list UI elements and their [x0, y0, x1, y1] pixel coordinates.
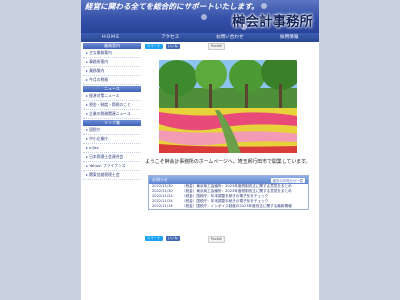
share-bar: ツイート いいね Pocket — [145, 42, 310, 51]
pocket-button[interactable]: Pocket — [207, 236, 225, 243]
sidebar-item[interactable]: 税金・制度・節税のこと — [83, 101, 141, 110]
sidebar-item[interactable]: 事務所案内 — [83, 58, 141, 67]
like-button[interactable]: いいね — [165, 44, 180, 49]
sidebar-item[interactable]: 業務案内 — [83, 67, 141, 76]
sidebar-item[interactable]: 主な業務案内 — [83, 49, 141, 58]
sidebar-link[interactable]: e-Tax — [83, 144, 141, 153]
news-title: お知らせ — [152, 177, 168, 182]
site-logo[interactable]: 榊会計事務所 — [232, 10, 313, 30]
sidebar: 業務案内 主な業務案内 事務所案内 業務案内 今月の税務 ニュース 経済対策ニュ… — [83, 42, 141, 180]
sidebar-item[interactable]: 今月の税務 — [83, 76, 141, 85]
sidebar-link[interactable]: Yahoo! ファイナンス — [83, 162, 141, 171]
garden-photo — [159, 60, 297, 153]
nav-home[interactable]: ＨＯＭＥ — [81, 33, 141, 42]
news-more-link[interactable]: 過去のお知らせ一覧 — [270, 177, 305, 183]
nav-access[interactable]: アクセス — [141, 33, 201, 42]
sparkle-decoration — [201, 14, 207, 20]
tweet-button[interactable]: ツイート — [145, 44, 163, 49]
main-nav: ＨＯＭＥ アクセス お問い合わせ 採用情報 — [81, 33, 319, 42]
sidebar-link[interactable]: 関東信越税理士会 — [83, 171, 141, 180]
news-header: お知らせ 過去のお知らせ一覧 — [149, 176, 308, 184]
news-row[interactable]: 2022/11/16 （税金）国税庁：インボイス制度の2023年度改正に関する最新… — [149, 204, 308, 209]
site-header: 経営に関わる全てを総合的にサポートいたします。 榊会計事務所 — [81, 0, 319, 33]
welcome-text: ようこそ榊会計事務所のホームページへ。埼玉県行田市で開業しています。 — [145, 159, 311, 165]
sidebar-link[interactable]: 中小企業庁 — [83, 135, 141, 144]
news-text[interactable]: （税金）国税庁：インボイス制度の2023年度改正に関する最新情報 — [182, 204, 308, 209]
news-date: 2022/11/16 — [152, 204, 173, 208]
share-bar-bottom: ツイート いいね Pocket — [145, 236, 225, 243]
nav-contact[interactable]: お問い合わせ — [200, 33, 260, 42]
news-box: お知らせ 過去のお知らせ一覧 2022/11/30 （税金）東京商工会議所：202… — [148, 175, 309, 210]
nav-recruit[interactable]: 採用情報 — [260, 33, 320, 42]
tweet-button[interactable]: ツイート — [145, 236, 163, 241]
sidebar-link[interactable]: 日本税理士会連合会 — [83, 153, 141, 162]
sidebar-item[interactable]: 企業の税務関連ニュース — [83, 110, 141, 119]
like-button[interactable]: いいね — [165, 236, 180, 241]
sparkle-decoration — [261, 3, 267, 9]
main-content: ツイート いいね Pocket — [145, 42, 310, 51]
sidebar-link[interactable]: 国税庁 — [83, 126, 141, 135]
pocket-button[interactable]: Pocket — [207, 43, 225, 50]
sidebar-item[interactable]: 経済対策ニュース — [83, 92, 141, 101]
